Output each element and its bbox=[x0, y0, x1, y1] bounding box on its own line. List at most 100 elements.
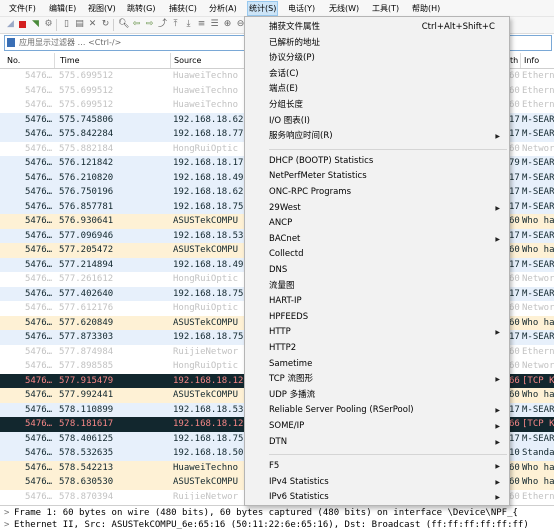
statistics-menu-item[interactable]: DTN ▶ bbox=[245, 435, 509, 450]
expand-arrow-icon[interactable]: > bbox=[4, 520, 14, 531]
display-filter-input[interactable]: 应用显示过滤器 … <Ctrl-/> bbox=[19, 38, 121, 48]
packet-length: 17 bbox=[509, 259, 520, 270]
statistics-menu-item[interactable]: HART-IP bbox=[245, 294, 509, 309]
restart-capture-icon[interactable]: ◥ bbox=[30, 19, 41, 30]
statistics-menu-item[interactable]: DHCP (BOOTP) Statistics bbox=[245, 154, 509, 169]
detail-row-frame[interactable]: > Frame 1: 60 bytes on wire (480 bits), 6… bbox=[4, 508, 518, 519]
save-file-icon[interactable]: ▤ bbox=[74, 19, 85, 30]
menu-file[interactable]: 文件(F) bbox=[9, 3, 36, 15]
menu-view[interactable]: 视图(V) bbox=[88, 3, 116, 15]
stop-capture-icon[interactable] bbox=[17, 19, 28, 30]
statistics-menu-item[interactable]: DNS bbox=[245, 263, 509, 278]
column-length[interactable]: th bbox=[510, 56, 518, 66]
go-to-packet-icon[interactable]: ⤴ bbox=[157, 19, 168, 30]
column-divider[interactable] bbox=[520, 53, 521, 68]
menu-item-label: 协议分级(P) bbox=[269, 53, 315, 64]
auto-scroll-icon[interactable]: ≡ bbox=[196, 19, 207, 30]
packet-no: 5476… bbox=[25, 462, 53, 473]
packet-source: HuaweiTechno bbox=[173, 71, 239, 81]
menu-item-label: HTTP2 bbox=[269, 343, 297, 353]
packet-source: 192.168.18.12 bbox=[173, 419, 244, 429]
capture-options-icon[interactable]: ⚙ bbox=[43, 19, 54, 30]
zoom-in-icon[interactable]: ⊕ bbox=[222, 19, 233, 30]
shark-fin-start-icon[interactable]: ◢ bbox=[5, 19, 16, 30]
statistics-menu-item[interactable]: 端点(E) bbox=[245, 82, 509, 97]
statistics-menu-item[interactable]: ANCP bbox=[245, 216, 509, 231]
statistics-menu-item[interactable]: Collectd bbox=[245, 247, 509, 262]
menu-edit[interactable]: 编辑(E) bbox=[49, 3, 76, 15]
statistics-menu-item[interactable]: Sametime bbox=[245, 357, 509, 372]
bookmark-icon[interactable] bbox=[7, 38, 15, 47]
packet-no: 5476… bbox=[25, 129, 53, 139]
column-divider[interactable] bbox=[54, 53, 55, 68]
packet-info: M-SEAR bbox=[522, 288, 554, 299]
statistics-menu-item[interactable]: TCP 流图形 ▶ bbox=[245, 372, 509, 387]
statistics-menu-item[interactable]: ONC-RPC Programs bbox=[245, 185, 509, 200]
statistics-menu-item[interactable]: UDP 多播流 bbox=[245, 388, 509, 403]
statistics-menu-item[interactable]: 流量图 bbox=[245, 279, 509, 294]
statistics-menu-item[interactable]: 分组长度 bbox=[245, 98, 509, 113]
packet-length: 66 bbox=[509, 375, 520, 386]
find-packet-icon[interactable]: 🔍︎ bbox=[118, 19, 129, 30]
menu-tools[interactable]: 工具(T) bbox=[372, 3, 399, 15]
statistics-menu-item[interactable]: 服务响应时间(R) ▶ bbox=[245, 129, 509, 144]
statistics-menu-item[interactable]: IPv4 Statistics ▶ bbox=[245, 475, 509, 490]
menu-help[interactable]: 帮助(H) bbox=[412, 3, 440, 15]
packet-info: M-SEAR bbox=[522, 172, 554, 183]
menu-capture[interactable]: 捕获(C) bbox=[169, 3, 197, 15]
packet-details-pane: > Frame 1: 60 bytes on wire (480 bits), 6… bbox=[0, 505, 554, 531]
packet-info: Ethern bbox=[522, 100, 554, 110]
packet-no: 5476… bbox=[25, 187, 53, 197]
packet-source: HongRuiOptic bbox=[173, 361, 239, 371]
column-divider[interactable] bbox=[170, 53, 171, 68]
statistics-menu-item[interactable]: Reliable Server Pooling (RSerPool) ▶ bbox=[245, 403, 509, 418]
menu-statistics[interactable]: 统计(S) bbox=[247, 1, 279, 16]
menu-analyze[interactable]: 分析(A) bbox=[209, 3, 237, 15]
packet-length: 17 bbox=[509, 332, 520, 342]
column-time[interactable]: Time bbox=[60, 56, 80, 66]
first-packet-icon[interactable]: ⤒ bbox=[170, 19, 181, 30]
open-file-icon[interactable]: ▯ bbox=[61, 19, 72, 30]
statistics-menu-item[interactable]: HTTP2 bbox=[245, 341, 509, 356]
menu-item-label: Sametime bbox=[269, 358, 313, 369]
packet-info: Who ha bbox=[522, 245, 554, 255]
expand-arrow-icon[interactable]: > bbox=[4, 508, 14, 519]
column-no[interactable]: No. bbox=[7, 56, 20, 66]
packet-time: 577.261612 bbox=[59, 274, 114, 284]
menu-item-label: DTN bbox=[269, 436, 288, 447]
colorize-icon[interactable]: ☰ bbox=[209, 19, 220, 30]
packet-length: 17 bbox=[509, 433, 520, 444]
go-forward-icon[interactable]: ⇨ bbox=[144, 19, 155, 30]
statistics-menu-item[interactable]: HPFEEDS bbox=[245, 310, 509, 325]
statistics-menu-item[interactable]: F5 ▶ bbox=[245, 459, 509, 474]
statistics-menu-item[interactable]: BACnet ▶ bbox=[245, 232, 509, 247]
statistics-menu-item[interactable]: IPv6 Statistics ▶ bbox=[245, 490, 509, 505]
last-packet-icon[interactable]: ⤓ bbox=[183, 19, 194, 30]
statistics-menu-item[interactable]: HTTP ▶ bbox=[245, 325, 509, 340]
statistics-menu-item[interactable]: 已解析的地址 bbox=[245, 36, 509, 51]
menu-go[interactable]: 跳转(G) bbox=[127, 3, 155, 15]
menu-telephony[interactable]: 电话(Y) bbox=[288, 3, 315, 15]
packet-no: 5476… bbox=[25, 477, 53, 487]
statistics-menu-item[interactable]: I/O 图表(I) bbox=[245, 114, 509, 129]
statistics-menu-item[interactable]: 会话(C) bbox=[245, 67, 509, 82]
statistics-menu-item[interactable]: 协议分级(P) bbox=[245, 51, 509, 66]
packet-length: 60 bbox=[509, 361, 520, 371]
reload-file-icon[interactable]: ↻ bbox=[100, 19, 111, 30]
packet-no: 5476… bbox=[25, 100, 53, 110]
detail-row-ethernet[interactable]: > Ethernet II, Src: ASUSTekCOMPU_6e:65:16… bbox=[4, 520, 529, 531]
statistics-menu-item[interactable]: 29West ▶ bbox=[245, 201, 509, 216]
statistics-menu-item[interactable]: NetPerfMeter Statistics bbox=[245, 169, 509, 184]
packet-source: 192.168.18.53 bbox=[173, 404, 244, 415]
packet-info: M-SEAR bbox=[522, 158, 554, 168]
statistics-menu-item[interactable]: 捕获文件属性 Ctrl+Alt+Shift+C bbox=[245, 20, 509, 35]
menu-wireless[interactable]: 无线(W) bbox=[329, 3, 359, 15]
packet-info: M-SEAR bbox=[522, 230, 554, 241]
packet-source: HuaweiTechno bbox=[173, 100, 239, 110]
statistics-menu-item[interactable]: SOME/IP ▶ bbox=[245, 419, 509, 434]
close-file-icon[interactable]: ✕ bbox=[87, 19, 98, 30]
packet-info: M-SEAR bbox=[522, 187, 554, 197]
go-back-icon[interactable]: ⇦ bbox=[131, 19, 142, 30]
column-source[interactable]: Source bbox=[174, 56, 201, 66]
column-info[interactable]: Info bbox=[524, 56, 539, 66]
